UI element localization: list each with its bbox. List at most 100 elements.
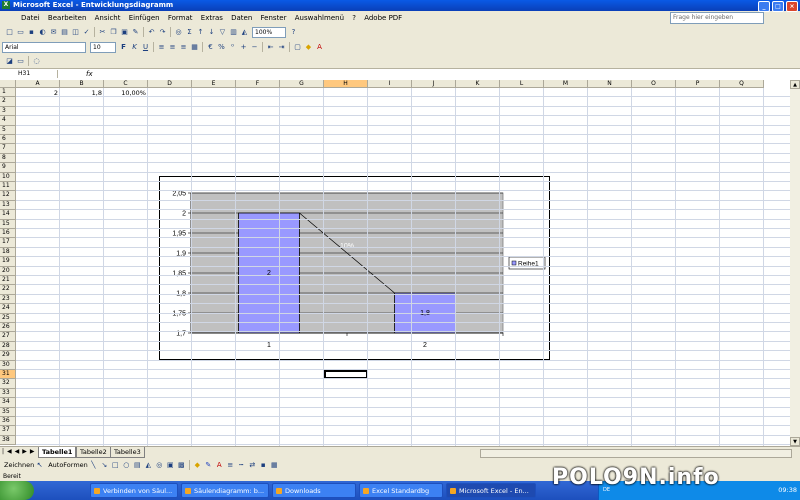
task-verbinden[interactable]: Verbinden von Säul... <box>90 483 178 498</box>
column-header-N[interactable]: N <box>588 80 632 88</box>
row-header-26[interactable]: 26 <box>0 323 16 333</box>
format-painter-icon[interactable]: ✎ <box>131 28 140 37</box>
draw-fill-color-icon[interactable]: ◆ <box>193 461 202 470</box>
row-header-29[interactable]: 29 <box>0 351 16 361</box>
row-header-34[interactable]: 34 <box>0 398 16 408</box>
column-header-K[interactable]: K <box>456 80 500 88</box>
chart-object[interactable]: 1,71,751,81,851,91,9522,05211,8210%Reihe… <box>159 176 550 360</box>
row-header-14[interactable]: 14 <box>0 210 16 220</box>
row-header-5[interactable]: 5 <box>0 125 16 135</box>
tab-tabelle2[interactable]: Tabelle2 <box>76 447 111 458</box>
row-header-21[interactable]: 21 <box>0 276 16 286</box>
filter-icon[interactable]: ▽ <box>218 28 227 37</box>
increase-decimal-icon[interactable]: + <box>239 43 248 52</box>
row-header-19[interactable]: 19 <box>0 257 16 267</box>
track-changes-icon[interactable]: ◪ <box>5 57 14 66</box>
percent-icon[interactable]: % <box>217 43 226 52</box>
row-header-35[interactable]: 35 <box>0 407 16 417</box>
scroll-down-icon[interactable]: ▼ <box>790 437 800 446</box>
task-downloads[interactable]: Downloads <box>272 483 356 498</box>
row-header-22[interactable]: 22 <box>0 285 16 295</box>
line-style-icon[interactable]: ≡ <box>226 461 235 470</box>
merge-center-icon[interactable]: ▦ <box>190 43 199 52</box>
textbox-icon[interactable]: ▤ <box>133 461 142 470</box>
column-header-H[interactable]: H <box>324 80 368 88</box>
arrow-icon[interactable]: ↘ <box>100 461 109 470</box>
column-header-G[interactable]: G <box>280 80 324 88</box>
column-header-C[interactable]: C <box>104 80 148 88</box>
sheet-nav-icons[interactable]: |◀◀▶▶| <box>2 448 43 455</box>
underline-icon[interactable]: U <box>141 43 150 52</box>
column-header-P[interactable]: P <box>676 80 720 88</box>
help-icon[interactable]: ? <box>289 28 298 37</box>
vertical-scrollbar[interactable]: ▲ ▼ <box>790 80 800 446</box>
maximize-icon[interactable]: □ <box>772 1 784 12</box>
menu-format[interactable]: Format <box>165 12 196 24</box>
chart-wizard-icon[interactable]: ▥ <box>229 28 238 37</box>
row-header-30[interactable]: 30 <box>0 360 16 370</box>
undo-icon[interactable]: ↶ <box>147 28 156 37</box>
zoom-select[interactable]: 100% <box>252 26 286 38</box>
font-select[interactable]: Arial <box>2 41 86 53</box>
fill-color-icon[interactable]: ◆ <box>304 43 313 52</box>
email-icon[interactable]: ✉ <box>49 28 58 37</box>
currency-icon[interactable]: € <box>206 43 215 52</box>
redo-icon[interactable]: ↷ <box>158 28 167 37</box>
tab-tabelle3[interactable]: Tabelle3 <box>110 447 145 458</box>
menu-daten[interactable]: Daten <box>228 12 255 24</box>
row-header-18[interactable]: 18 <box>0 247 16 258</box>
start-button[interactable] <box>0 481 34 500</box>
print-icon[interactable]: ▤ <box>60 28 69 37</box>
row-header-17[interactable]: 17 <box>0 238 16 248</box>
row-header-7[interactable]: 7 <box>0 144 16 154</box>
save-icon[interactable]: ▪ <box>27 28 36 37</box>
print-preview-icon[interactable]: ◫ <box>71 28 80 37</box>
3d-icon[interactable]: ▦ <box>270 461 279 470</box>
row-header-27[interactable]: 27 <box>0 332 16 342</box>
scroll-up-icon[interactable]: ▲ <box>790 80 800 89</box>
row-header-31[interactable]: 31 <box>0 370 16 380</box>
horizontal-scrollbar[interactable] <box>480 449 792 458</box>
sort-desc-icon[interactable]: ↓ <box>207 28 216 37</box>
clipart-icon[interactable]: ▣ <box>166 461 175 470</box>
italic-icon[interactable]: K <box>130 43 139 52</box>
menu-datei[interactable]: Datei <box>18 12 43 24</box>
wordart-icon[interactable]: ◭ <box>144 461 153 470</box>
thousands-icon[interactable]: ⁰ <box>228 43 237 52</box>
menu-adobe-pdf[interactable]: Adobe PDF <box>361 12 405 24</box>
drawing-icon[interactable]: ◭ <box>240 28 249 37</box>
indent-icon[interactable]: ⇤ <box>266 43 275 52</box>
borders-icon[interactable]: ▢ <box>293 43 302 52</box>
paste-icon[interactable]: ▣ <box>120 28 129 37</box>
column-header-M[interactable]: M <box>544 80 588 88</box>
row-header-37[interactable]: 37 <box>0 426 16 436</box>
line-color-icon[interactable]: ✎ <box>204 461 213 470</box>
select-arrow-icon[interactable]: ↖ <box>35 461 44 470</box>
menu-extras[interactable]: Extras <box>198 12 226 24</box>
row-header-33[interactable]: 33 <box>0 388 16 399</box>
cell-C1[interactable]: 10,00% <box>104 89 146 97</box>
row-header-12[interactable]: 12 <box>0 191 16 201</box>
shadow-icon[interactable]: ▪ <box>259 461 268 470</box>
column-header-I[interactable]: I <box>368 80 412 88</box>
tab-tabelle1[interactable]: Tabelle1 <box>38 447 77 458</box>
zeichnen-menu[interactable]: Zeichnen <box>4 461 34 469</box>
rectangle-icon[interactable]: □ <box>111 461 120 470</box>
fx-icon[interactable]: fx <box>86 70 93 78</box>
task-microsoft-excel[interactable]: Microsoft Excel - En... <box>446 483 536 498</box>
row-header-28[interactable]: 28 <box>0 341 16 352</box>
column-header-D[interactable]: D <box>148 80 192 88</box>
decrease-decimal-icon[interactable]: − <box>250 43 259 52</box>
font-color-icon[interactable]: A <box>315 43 324 52</box>
row-header-24[interactable]: 24 <box>0 304 16 314</box>
minimize-icon[interactable]: _ <box>758 1 770 12</box>
align-left-icon[interactable]: ≡ <box>157 43 166 52</box>
row-header-25[interactable]: 25 <box>0 313 16 323</box>
menu-bearbeiten[interactable]: Bearbeiten <box>45 12 89 24</box>
column-header-F[interactable]: F <box>236 80 280 88</box>
open-icon[interactable]: ▭ <box>16 28 25 37</box>
column-header-B[interactable]: B <box>60 80 104 88</box>
cell-A1[interactable]: 2 <box>16 89 58 97</box>
font-size-select[interactable]: 10 <box>90 41 116 53</box>
spelling-icon[interactable]: ✓ <box>82 28 91 37</box>
